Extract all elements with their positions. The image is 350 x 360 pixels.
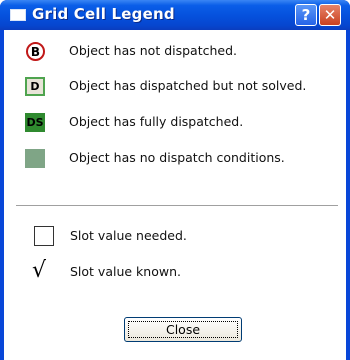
legend-label: Object has fully dispatched. bbox=[69, 114, 244, 129]
grid-cell-legend-window: Grid Cell Legend ? ✕ B Object has not di… bbox=[0, 0, 350, 360]
legend-row-not-dispatched: B Object has not dispatched. bbox=[4, 41, 346, 63]
close-button[interactable]: Close bbox=[124, 317, 242, 342]
close-button-label: Close bbox=[165, 322, 201, 337]
grey-green-square-icon bbox=[25, 149, 45, 168]
green-outline-square-letter: D bbox=[27, 79, 43, 94]
legend-label: Object has dispatched but not solved. bbox=[69, 78, 307, 93]
legend-row-dispatched-not-solved: D Object has dispatched but not solved. bbox=[4, 76, 346, 98]
section-divider bbox=[16, 205, 338, 207]
slot-label: Slot value known. bbox=[70, 264, 181, 279]
legend-row-fully-dispatched: DS Object has fully dispatched. bbox=[4, 112, 346, 134]
legend-label: Object has not dispatched. bbox=[69, 43, 238, 58]
red-circle-icon: B bbox=[26, 42, 45, 61]
checkmark-icon: √ bbox=[32, 258, 47, 283]
window-icon bbox=[10, 9, 26, 21]
window-title: Grid Cell Legend bbox=[32, 5, 175, 23]
legend-label: Object has no dispatch conditions. bbox=[69, 150, 285, 165]
empty-box-icon bbox=[34, 226, 54, 246]
slot-row-known: √ Slot value known. bbox=[4, 258, 346, 284]
legend-row-no-conditions: Object has no dispatch conditions. bbox=[4, 148, 346, 170]
window-close-button[interactable]: ✕ bbox=[319, 4, 341, 26]
title-bar[interactable]: Grid Cell Legend ? ✕ bbox=[0, 0, 350, 30]
dialog-body: B Object has not dispatched. D Object ha… bbox=[4, 30, 346, 360]
green-outline-square-icon: D bbox=[25, 77, 45, 96]
slot-row-needed: Slot value needed. bbox=[4, 226, 346, 248]
green-filled-square-icon: DS bbox=[25, 113, 45, 132]
help-button[interactable]: ? bbox=[295, 4, 317, 26]
slot-label: Slot value needed. bbox=[70, 228, 187, 243]
